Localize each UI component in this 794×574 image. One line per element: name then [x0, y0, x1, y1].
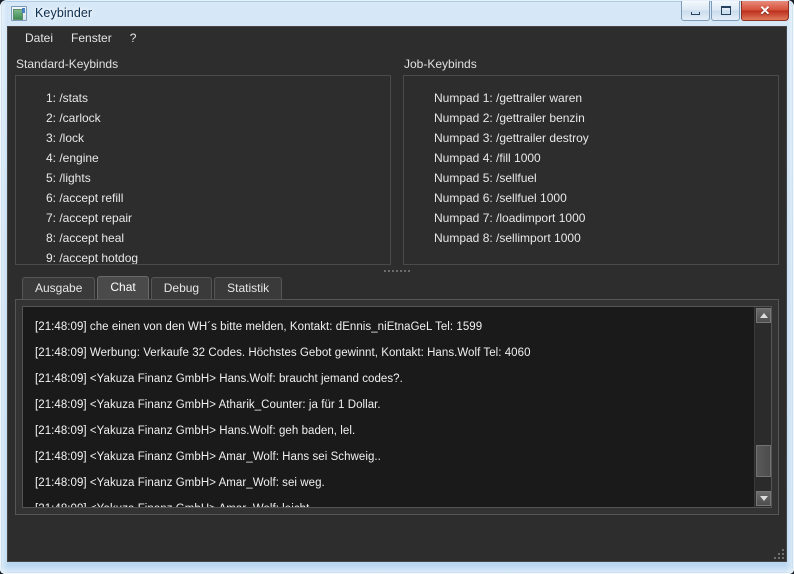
chat-message: [21:48:09] <Yakuza Finanz GmbH> Atharik_… [35, 392, 754, 418]
list-item: 2: /carlock [46, 111, 101, 125]
list-item: Numpad 4: /fill 1000 [434, 151, 541, 165]
maximize-button[interactable] [711, 1, 740, 21]
tab-ausgabe[interactable]: Ausgabe [22, 277, 96, 299]
menu-bar: Datei Fenster ? [8, 27, 786, 49]
chat-message: [21:48:09] <Yakuza Finanz GmbH> Amar_Wol… [35, 470, 754, 496]
chat-message: [21:48:09] Werbung: Verkaufe 32 Codes. H… [35, 340, 754, 366]
chat-text: <Yakuza Finanz GmbH> Hans.Wolf: braucht … [86, 373, 403, 385]
chat-text: <Yakuza Finanz GmbH> Amar_Wolf: Hans sei… [86, 451, 381, 463]
close-button[interactable]: ✕ [741, 1, 789, 21]
chat-message: [21:48:09] <Yakuza Finanz GmbH> Hans.Wol… [35, 366, 754, 392]
job-keybinds-group: Job-Keybinds Numpad 1: /gettrailer waren… [403, 57, 779, 265]
menu-help[interactable]: ? [121, 28, 146, 48]
resize-grip[interactable] [771, 546, 784, 559]
list-item: Numpad 3: /gettrailer destroy [434, 131, 589, 145]
keybind-panes: Standard-Keybinds 1: /stats 2: /carlock … [8, 49, 786, 265]
grip-dot [384, 270, 386, 272]
minimize-button[interactable] [681, 1, 710, 21]
list-item: Numpad 2: /gettrailer benzin [434, 111, 585, 125]
list-item: 1: /stats [46, 91, 89, 105]
menu-datei[interactable]: Datei [16, 28, 62, 48]
chat-timestamp: [21:48:09] [35, 321, 87, 333]
tab-strip: Ausgabe Chat Debug Statistik [8, 276, 786, 299]
job-keybinds-list: Numpad 1: /gettrailer waren Numpad 2: /g… [403, 75, 779, 265]
chat-timestamp: [21:48:09] [35, 503, 87, 507]
chat-timestamp: [21:48:09] [35, 451, 87, 463]
window-edge-right [786, 0, 794, 574]
chat-lines: [21:48:09] che einen von den WH´s bitte … [23, 307, 754, 507]
list-item: 3: /lock [46, 131, 85, 145]
list-item: 5: /lights [46, 171, 91, 185]
standard-keybinds-list: 1: /stats 2: /carlock 3: /lock 4: /engin… [15, 75, 391, 265]
list-item: 7: /accept repair [46, 211, 133, 225]
scroll-down-arrow-icon[interactable] [756, 491, 771, 506]
tab-debug[interactable]: Debug [150, 277, 213, 299]
scrollbar-thumb[interactable] [756, 445, 771, 477]
list-item: 9: /accept hotdog [46, 251, 139, 265]
chat-timestamp: [21:48:09] [35, 477, 87, 489]
tab-statistik[interactable]: Statistik [214, 277, 283, 299]
job-keybinds-title: Job-Keybinds [404, 57, 477, 71]
client-area: Datei Fenster ? Standard-Keybinds 1: /st… [7, 26, 787, 562]
chat-text: che einen von den WH´s bitte melden, Kon… [86, 321, 483, 333]
tab-panel-chat: [21:48:09] che einen von den WH´s bitte … [15, 299, 779, 515]
app-window-icon [11, 5, 27, 21]
grip-dot [388, 270, 390, 272]
standard-keybinds-group: Standard-Keybinds 1: /stats 2: /carlock … [15, 57, 391, 265]
caption-buttons: ✕ [681, 1, 789, 22]
scroll-up-arrow-icon[interactable] [756, 308, 771, 323]
chat-message: [21:48:09] che einen von den WH´s bitte … [35, 314, 754, 340]
grip-dot [392, 270, 394, 272]
list-item: Numpad 7: /loadimport 1000 [434, 211, 586, 225]
maximize-icon [720, 6, 731, 15]
chat-timestamp: [21:48:09] [35, 425, 87, 437]
close-icon: ✕ [759, 3, 771, 18]
list-item: Numpad 6: /sellfuel 1000 [434, 191, 567, 205]
title-bar[interactable]: Keybinder ✕ [0, 0, 794, 26]
chat-text: <Yakuza Finanz GmbH> Amar_Wolf: leicht [87, 503, 310, 507]
chat-timestamp: [21:48:09] [35, 399, 87, 411]
list-item: 4: /engine [46, 151, 99, 165]
application-window: Keybinder ✕ Datei Fenster ? Standard-Key… [0, 0, 794, 574]
standard-keybinds-title: Standard-Keybinds [16, 57, 119, 71]
chat-text: <Yakuza Finanz GmbH> Amar_Wolf: sei weg. [86, 477, 325, 489]
window-edge-bottom [0, 566, 794, 574]
chat-message: [21:48:09] <Yakuza Finanz GmbH> Hans.Wol… [35, 418, 754, 444]
chat-message: [21:48:09] <Yakuza Finanz GmbH> Amar_Wol… [35, 496, 754, 507]
chat-text: Werbung: Verkaufe 32 Codes. Höchstes Geb… [86, 347, 531, 359]
window-title: Keybinder [35, 6, 93, 20]
chat-log[interactable]: [21:48:09] che einen von den WH´s bitte … [22, 306, 772, 508]
minimize-icon [691, 11, 700, 15]
grip-dot [408, 270, 410, 272]
chat-text: <Yakuza Finanz GmbH> Hans.Wolf: geh bade… [86, 425, 356, 437]
chat-text: <Yakuza Finanz GmbH> Atharik_Counter: ja… [86, 399, 381, 411]
tab-chat[interactable]: Chat [97, 276, 149, 299]
list-item: 8: /accept heal [46, 231, 125, 245]
grip-dot [396, 270, 398, 272]
list-item: 6: /accept refill [46, 191, 124, 205]
chat-scrollbar[interactable] [754, 307, 771, 507]
list-item: Numpad 5: /sellfuel [434, 171, 537, 185]
chat-timestamp: [21:48:09] [35, 347, 87, 359]
chat-message: [21:48:09] <Yakuza Finanz GmbH> Amar_Wol… [35, 444, 754, 470]
list-item: Numpad 8: /sellimport 1000 [434, 231, 581, 245]
grip-dot [400, 270, 402, 272]
chat-timestamp: [21:48:09] [35, 373, 87, 385]
grip-dot [404, 270, 406, 272]
list-item: Numpad 1: /gettrailer waren [434, 91, 583, 105]
menu-fenster[interactable]: Fenster [62, 28, 121, 48]
